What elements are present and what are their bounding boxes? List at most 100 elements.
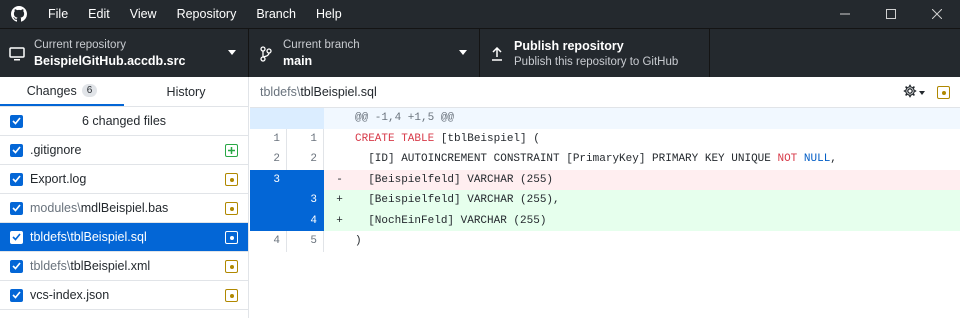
file-checkbox[interactable]: [10, 230, 23, 244]
file-name: modules\mdlBeispiel.bas: [30, 201, 169, 215]
new-line-number: 4: [287, 210, 324, 231]
diff-code: [ID] AUTOINCREMENT CONSTRAINT [PrimaryKe…: [355, 153, 837, 165]
diff-line[interactable]: 4 + [NochEinFeld] VARCHAR (255): [250, 210, 960, 231]
file-modified-icon: [225, 260, 238, 273]
chevron-down-icon[interactable]: [919, 90, 925, 95]
diff-code: [Beispielfeld] VARCHAR (255),: [355, 194, 560, 206]
file-list: .gitignore Export.log modules\mdlBeispiel.…: [0, 136, 248, 310]
file-path-dir: tbldefs\: [260, 85, 301, 99]
maximize-icon[interactable]: [868, 0, 914, 28]
old-line-number: 3: [250, 169, 287, 190]
file-modified-icon: [225, 202, 238, 215]
diff-view: @@ -1,4 +1,5 @@ 1 1 CREATE TABLE [tblBeisp…: [250, 108, 960, 252]
diff-code: [Beispielfeld] VARCHAR (255): [355, 173, 554, 186]
diff-panel: tbldefs\ tblBeispiel.sql @@ -1,4 +1,5 @@ …: [250, 77, 960, 318]
current-repository-value: BeispielGitHub.accdb.src: [34, 53, 186, 68]
title-bar: File Edit View Repository Branch Help: [0, 0, 960, 28]
tab-history-label: History: [166, 84, 206, 99]
file-list-item[interactable]: tbldefs\tblBeispiel.sql: [0, 223, 248, 252]
current-branch-button[interactable]: Current branch main: [249, 29, 480, 78]
publish-repository-subtitle: Publish this repository to GitHub: [514, 55, 679, 68]
new-line-number: 3: [287, 190, 324, 211]
file-name: .gitignore: [30, 143, 82, 157]
sidebar-tabs: Changes 6 History: [0, 77, 248, 107]
minimize-icon[interactable]: [822, 0, 868, 28]
chevron-down-icon: [459, 50, 467, 55]
computer-icon: [0, 46, 34, 61]
file-checkbox[interactable]: [10, 172, 23, 186]
file-modified-icon: [225, 289, 238, 302]
close-icon[interactable]: [914, 0, 960, 28]
diff-line[interactable]: 4 5): [250, 231, 960, 252]
file-checkbox[interactable]: [10, 288, 23, 302]
diff-code: CREATE TABLE [tblBeispiel] (: [355, 132, 540, 145]
changed-files-count: 6 changed files: [81, 114, 167, 128]
changes-count-badge: 6: [81, 84, 98, 97]
old-line-number: [250, 190, 287, 211]
new-line-number: 5: [287, 231, 324, 252]
changed-files-header: 6 changed files: [0, 107, 248, 136]
old-line-number: 1: [250, 128, 287, 149]
new-line-number: 1: [287, 128, 324, 149]
window-controls: [822, 0, 960, 28]
current-repository-label: Current repository: [34, 38, 127, 51]
select-all-checkbox[interactable]: [10, 114, 23, 128]
diff-marker: -: [336, 173, 343, 186]
new-line-number: 2: [287, 149, 324, 170]
file-modified-icon: [225, 231, 238, 244]
toolbar: Current repository BeispielGitHub.accdb.…: [0, 28, 960, 78]
file-list-item[interactable]: vcs-index.json: [0, 281, 248, 310]
diff-line[interactable]: 3 + [Beispielfeld] VARCHAR (255),: [250, 190, 960, 211]
tab-changes[interactable]: Changes 6: [0, 77, 124, 106]
old-line-number: 4: [250, 231, 287, 252]
diff-marker: +: [336, 194, 343, 206]
diff-line[interactable]: 22 [ID] AUTOINCREMENT CONSTRAINT [Primar…: [250, 149, 960, 170]
upload-icon: [480, 46, 514, 61]
file-name: tbldefs\tblBeispiel.xml: [30, 259, 151, 273]
diff-marker: +: [336, 214, 343, 227]
menu-view[interactable]: View: [120, 0, 167, 28]
current-branch-label: Current branch: [283, 38, 360, 51]
diff-marker: [324, 129, 355, 150]
publish-repository-button[interactable]: Publish repository Publish this reposito…: [480, 29, 710, 78]
file-list-item[interactable]: .gitignore: [0, 136, 248, 165]
current-branch-value: main: [283, 53, 313, 68]
file-checkbox[interactable]: [10, 201, 23, 215]
branch-icon: [249, 45, 283, 62]
diff-line[interactable]: 3 - [Beispielfeld] VARCHAR (255): [250, 169, 960, 190]
github-logo-icon: [0, 0, 38, 28]
menu-branch[interactable]: Branch: [246, 0, 306, 28]
menu-repository[interactable]: Repository: [167, 0, 247, 28]
current-repository-button[interactable]: Current repository BeispielGitHub.accdb.…: [0, 29, 249, 78]
new-line-number: [287, 169, 324, 190]
diff-line[interactable]: 1 1 CREATE TABLE [tblBeispiel] (: [250, 128, 960, 150]
file-modified-icon: [225, 173, 238, 186]
menu-file[interactable]: File: [38, 0, 78, 28]
old-line-number: [250, 210, 287, 231]
menu-help[interactable]: Help: [306, 0, 352, 28]
menu-edit[interactable]: Edit: [78, 0, 120, 28]
diff-marker: [324, 149, 355, 170]
file-modified-icon: [937, 86, 950, 99]
old-line-number: 2: [250, 149, 287, 170]
file-checkbox[interactable]: [10, 259, 23, 273]
file-added-icon: [225, 144, 238, 157]
sidebar: Changes 6 History 6 changed files .gitig…: [0, 77, 249, 318]
menu-bar: File Edit View Repository Branch Help: [38, 0, 352, 28]
file-name: vcs-index.json: [30, 288, 110, 302]
diff-code: [NochEinFeld] VARCHAR (255): [355, 214, 547, 227]
hunk-header: @@ -1,4 +1,5 @@: [250, 108, 960, 129]
file-list-item[interactable]: Export.log: [0, 165, 248, 194]
file-checkbox[interactable]: [10, 143, 23, 157]
file-path-name: tblBeispiel.sql: [300, 85, 377, 99]
file-name: tbldefs\tblBeispiel.sql: [30, 230, 147, 244]
hunk-header-text: @@ -1,4 +1,5 @@: [355, 112, 455, 124]
file-list-item[interactable]: tbldefs\tblBeispiel.xml: [0, 252, 248, 281]
file-list-item[interactable]: modules\mdlBeispiel.bas: [0, 194, 248, 223]
gear-icon[interactable]: [903, 84, 917, 101]
diff-code: ): [355, 235, 362, 247]
publish-repository-title: Publish repository: [514, 38, 624, 53]
tab-history[interactable]: History: [124, 77, 248, 106]
file-name: Export.log: [30, 172, 87, 186]
chevron-down-icon: [228, 50, 236, 55]
